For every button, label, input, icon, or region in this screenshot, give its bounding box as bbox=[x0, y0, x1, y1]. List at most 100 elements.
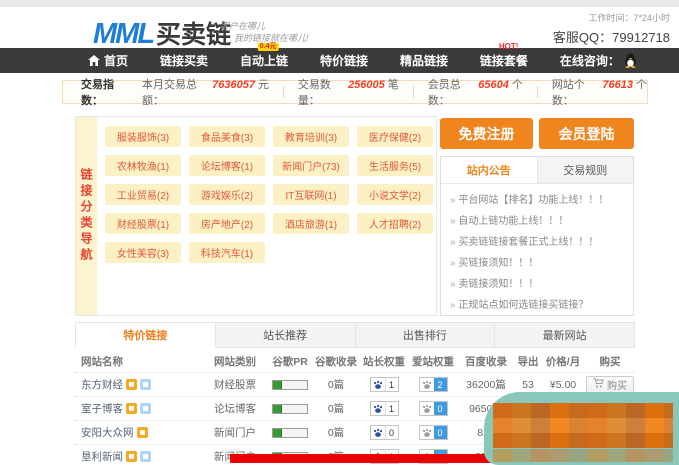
notice-item[interactable]: 买卖链链接套餐正式上线！！！ bbox=[450, 232, 624, 253]
table-header: 网站名称 网站类别 谷歌PR 谷歌收录 站长权重 爱站权重 百度收录 导出 价格… bbox=[75, 350, 635, 372]
site-category: 财经股票 bbox=[203, 377, 267, 392]
nav-item-link-trade[interactable]: 链接买卖 bbox=[160, 52, 208, 69]
category-item[interactable]: 财经股票(1) bbox=[105, 213, 181, 234]
col-buy: 购买 bbox=[585, 354, 635, 369]
aizhan-weight-badge: 0 bbox=[419, 401, 448, 416]
paw-icon-gray bbox=[420, 426, 434, 439]
site-orange-badge-icon bbox=[126, 379, 137, 390]
category-item[interactable]: 女性美容(3) bbox=[105, 242, 181, 263]
category-item[interactable]: 小说文学(2) bbox=[357, 184, 433, 205]
category-item[interactable]: 生活服务(5) bbox=[357, 155, 433, 176]
site-name-cell: 垦利新闻 bbox=[75, 449, 203, 464]
stat-site-count: 网站个数： 76613 个 bbox=[552, 76, 647, 108]
site-name-cell: 安阳大众网 bbox=[75, 425, 203, 440]
category-side-label: 链接分类导航 bbox=[78, 168, 95, 264]
nav-item-home[interactable]: 首页 bbox=[88, 52, 128, 69]
google-pr-cell bbox=[267, 428, 313, 438]
tab-webmaster-recommend[interactable]: 站长推荐 bbox=[216, 322, 356, 348]
paw-icon bbox=[371, 426, 385, 439]
site-link[interactable]: 安阳大众网 bbox=[81, 425, 134, 440]
site-category: 论坛博客 bbox=[203, 401, 267, 416]
pagerank-bar bbox=[272, 428, 308, 438]
tab-special-price-links[interactable]: 特价链接 bbox=[75, 322, 216, 348]
nav-item-special-links[interactable]: 特价链接 bbox=[320, 52, 368, 69]
col-webmaster-weight: 站长权重 bbox=[359, 354, 409, 369]
cart-icon bbox=[593, 378, 604, 391]
page: MML 买卖链 客户在哪儿 我的链接就在哪儿! 工作时间：7*24小时 客服QQ… bbox=[0, 0, 679, 465]
category-box: 链接分类导航 服装服饰(3) 食品美食(3) 教育培训(3) 医疗保健(2) 农… bbox=[75, 116, 437, 316]
site-link[interactable]: 室子博客 bbox=[81, 401, 123, 416]
category-item[interactable]: 服装服饰(3) bbox=[105, 126, 181, 147]
mosaic-tan-row bbox=[493, 449, 673, 462]
google-pr-cell bbox=[267, 380, 313, 390]
category-item[interactable]: 游戏娱乐(2) bbox=[189, 184, 265, 205]
aizhan-weight-badge: 0 bbox=[419, 425, 448, 440]
nav-item-premium-links[interactable]: 精品链接 bbox=[400, 52, 448, 69]
site-orange-badge-icon bbox=[126, 403, 137, 414]
stat-monthly-total: 本月交易总额： 7636057 元 bbox=[142, 76, 269, 108]
tab-site-announcements[interactable]: 站内公告 bbox=[441, 157, 537, 183]
google-included-count: 0篇 bbox=[313, 401, 359, 416]
notice-item[interactable]: 卖链接须知！！！ bbox=[450, 274, 624, 295]
category-item[interactable]: 新闻门户(73) bbox=[273, 155, 349, 176]
listing-tabs: 特价链接 站长推荐 出售排行 最新网站 bbox=[75, 322, 635, 348]
notice-item[interactable]: 平台网站【排名】功能上线！！！ bbox=[450, 190, 624, 211]
aizhan-weight-badge: 2 bbox=[419, 377, 448, 392]
category-item[interactable]: 医疗保健(2) bbox=[357, 126, 433, 147]
category-item[interactable]: 农林牧渔(1) bbox=[105, 155, 181, 176]
col-site-name: 网站名称 bbox=[75, 354, 203, 369]
buy-button[interactable]: 购买 bbox=[586, 376, 634, 394]
notice-item[interactable]: 买链接须知！！！ bbox=[450, 253, 624, 274]
col-category: 网站类别 bbox=[203, 354, 267, 369]
col-price: 价格/月 bbox=[541, 354, 585, 369]
service-qq: 客服QQ：79912718 bbox=[553, 27, 670, 46]
stats-label: 交易指数： bbox=[81, 76, 132, 108]
category-item[interactable]: 论坛博客(1) bbox=[189, 155, 265, 176]
category-item[interactable]: 房产地产(2) bbox=[189, 213, 265, 234]
logo[interactable]: MML 买卖链 bbox=[93, 15, 231, 51]
category-item[interactable]: IT互联网(1) bbox=[273, 184, 349, 205]
site-link[interactable]: 垦利新闻 bbox=[81, 449, 123, 464]
google-included-count: 0篇 bbox=[313, 377, 359, 392]
login-button[interactable]: 会员登陆 bbox=[539, 118, 634, 149]
stat-trade-count: 交易数量： 256005 笔 bbox=[298, 76, 399, 108]
nav-label: 精品链接 bbox=[400, 52, 448, 69]
baidu-included-count: 36200篇 bbox=[457, 377, 515, 392]
nav-item-link-package[interactable]: HOT! 链接套餐 bbox=[480, 52, 528, 69]
site-header: MML 买卖链 客户在哪儿 我的链接就在哪儿! 工作时间：7*24小时 客服QQ… bbox=[0, 7, 679, 48]
webmaster-weight-badge: 1 bbox=[370, 401, 399, 416]
category-item[interactable]: 工业贸易(2) bbox=[105, 184, 181, 205]
price-badge: 0.4元 bbox=[258, 43, 279, 51]
nav-item-online-consult[interactable]: 在线咨询： bbox=[560, 52, 637, 69]
category-item[interactable]: 食品美食(3) bbox=[189, 126, 265, 147]
category-item[interactable]: 科技汽车(1) bbox=[189, 242, 265, 263]
webmaster-weight-badge: 0 bbox=[370, 425, 399, 440]
webmaster-weight-cell: 1 bbox=[359, 401, 409, 416]
nav-label: 在线咨询： bbox=[560, 52, 620, 69]
category-side-strip: 链接分类导航 bbox=[76, 117, 97, 315]
category-item[interactable]: 酒店旅游(1) bbox=[273, 213, 349, 234]
trade-stats-bar: 交易指数： 本月交易总额： 7636057 元 交易数量： 256005 笔 会… bbox=[62, 80, 648, 104]
google-pr-cell bbox=[267, 404, 313, 414]
top-strip bbox=[0, 0, 679, 7]
hot-badge: HOT! bbox=[497, 43, 521, 51]
site-blue-badge-icon bbox=[140, 379, 151, 390]
register-button[interactable]: 免费注册 bbox=[440, 118, 533, 149]
col-google-pr: 谷歌PR bbox=[267, 354, 313, 369]
notice-item[interactable]: 正规站点如何选链接买链接？ bbox=[450, 295, 624, 316]
tab-newest-sites[interactable]: 最新网站 bbox=[495, 322, 635, 348]
category-item[interactable]: 人才招聘(2) bbox=[357, 213, 433, 234]
tab-sales-ranking[interactable]: 出售排行 bbox=[356, 322, 496, 348]
divider bbox=[537, 86, 538, 98]
site-category: 新闻门户 bbox=[203, 425, 267, 440]
work-time: 工作时间：7*24小时 bbox=[553, 11, 670, 24]
webmaster-weight-badge: 1 bbox=[370, 377, 399, 392]
qq-penguin-icon bbox=[624, 53, 637, 68]
category-item[interactable]: 教育培训(3) bbox=[273, 126, 349, 147]
tab-trade-rules[interactable]: 交易规则 bbox=[537, 157, 634, 183]
webmaster-weight-cell: 0 bbox=[359, 425, 409, 440]
paw-icon bbox=[371, 378, 385, 391]
nav-item-auto-link[interactable]: 0.4元 自动上链 bbox=[240, 52, 288, 69]
notice-item[interactable]: 自动上链功能上线！！！ bbox=[450, 211, 624, 232]
site-link[interactable]: 东方财经 bbox=[81, 377, 123, 392]
